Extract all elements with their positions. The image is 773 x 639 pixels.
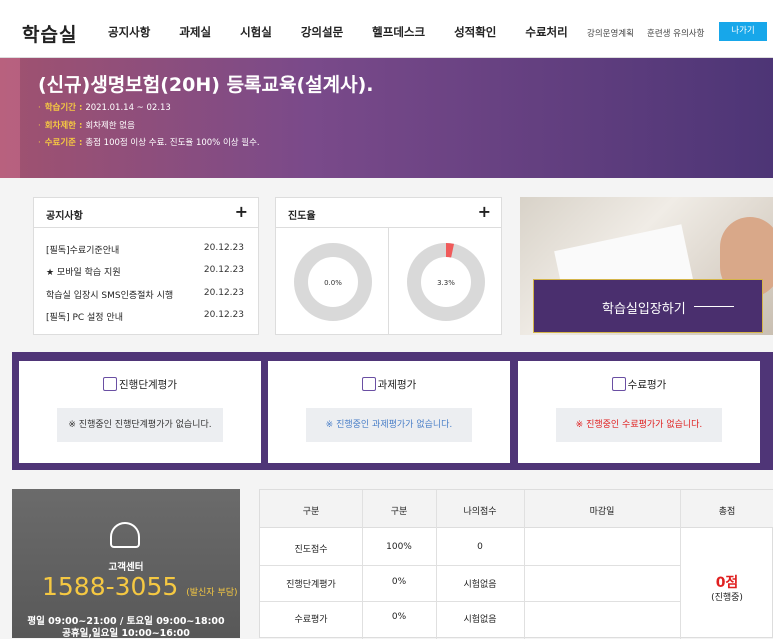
table-cell: 진행단계평가	[286, 580, 336, 590]
column-header: 총점	[718, 507, 736, 517]
info-limit: · 회차제한 : 회차제한 없음	[38, 121, 135, 131]
progress-label-1: 0.0%	[324, 279, 342, 287]
notice-more-icon[interactable]: +	[235, 202, 248, 221]
info-period-value: 2021.01.14 ~ 02.13	[85, 103, 171, 113]
table-cell: 0%	[391, 612, 407, 622]
phone-note: (발신자 부담)	[186, 588, 238, 598]
progress-panel: 진도율 + 0.0% 3.3%	[275, 197, 502, 335]
notice-panel: 공지사항 + [필독]수료기준안내 20.12.23 ★ 모바일 학습 지원 2…	[33, 197, 259, 335]
checklist-icon	[103, 377, 118, 391]
progress-panel-header: 진도율 +	[276, 198, 501, 228]
main-nav: 공지사항 과제실 시험실 강의설문 헬프데스크 성적확인 수료처리	[108, 24, 597, 40]
link-course-plan[interactable]: 강의운영계획	[587, 27, 634, 39]
notice-date: 20.12.23	[203, 243, 244, 253]
notice-date: 20.12.23	[203, 310, 244, 320]
eval-card-message: ※ 진행중인 과제평가가 없습니다.	[306, 408, 472, 442]
table-cell: 0	[477, 542, 483, 552]
divider	[260, 601, 680, 602]
hours-holiday: 공휴일,일요일 10:00~16:00	[62, 628, 190, 639]
logo[interactable]: 학습실	[22, 20, 77, 47]
customer-center: 고객센터 1588-3055 (발신자 부담) 평일 09:00~21:00 /…	[12, 489, 240, 639]
nav-item-notice[interactable]: 공지사항	[108, 24, 150, 40]
phone-digits: 1588-3055	[42, 572, 179, 601]
info-limit-key: 회차제한	[44, 121, 76, 131]
info-limit-value: 회차제한 없음	[85, 121, 135, 131]
nav-item-survey[interactable]: 강의설문	[301, 24, 343, 40]
total-score-status: (진행중)	[711, 593, 743, 603]
progress-label-2: 3.3%	[437, 279, 455, 287]
customer-center-label: 고객센터	[108, 562, 144, 573]
eval-card-completion[interactable]: 수료평가 ※ 진행중인 수료평가가 없습니다.	[518, 361, 760, 463]
arrow-right-icon	[694, 306, 734, 307]
link-trainee-notes[interactable]: 훈련생 유의사항	[647, 27, 704, 39]
column-header: 나의점수	[463, 507, 497, 517]
progress-more-icon[interactable]: +	[478, 202, 491, 221]
course-title: (신규)생명보험(20H) 등록교육(설계사).	[38, 74, 374, 96]
notice-panel-title: 공지사항	[46, 211, 83, 222]
notice-item[interactable]: [필독]수료기준안내	[46, 243, 119, 256]
table-cell: 수료평가	[294, 615, 328, 625]
table-cell: 100%	[386, 542, 412, 552]
enter-classroom-label: 학습실입장하기	[602, 302, 686, 317]
divider	[260, 565, 680, 566]
notice-date: 20.12.23	[203, 288, 244, 298]
column-header: 구분	[390, 507, 408, 517]
score-table: 구분 구분 나의점수 마감일 총점 진도점수 100% 0 진행단계평가 0% …	[259, 489, 773, 639]
notice-date: 20.12.23	[203, 265, 244, 275]
eval-card-stage[interactable]: 진행단계평가 ※ 진행중인 진행단계평가가 없습니다.	[19, 361, 261, 463]
eval-card-message: ※ 진행중인 수료평가가 없습니다.	[556, 408, 722, 442]
info-period-key: 학습기간	[44, 103, 76, 113]
nav-item-completion[interactable]: 수료처리	[525, 24, 567, 40]
list-icon	[611, 377, 626, 391]
table-cell: 시험없음	[463, 580, 497, 590]
info-criteria-value: 총점 100점 이상 수료. 진도율 100% 이상 필수.	[85, 138, 260, 148]
enter-classroom-button[interactable]: 학습실입장하기	[533, 279, 763, 333]
eval-card-title: 수료평가	[627, 379, 667, 391]
banner-decoration	[0, 58, 20, 178]
nav-item-assignment[interactable]: 과제실	[179, 24, 211, 40]
column-header: 마감일	[589, 507, 615, 517]
course-banner: (신규)생명보험(20H) 등록교육(설계사). · 학습기간 : 2021.01…	[0, 58, 773, 178]
phone-number: 1588-3055 (발신자 부담)	[42, 572, 238, 601]
table-cell: 시험없음	[463, 615, 497, 625]
nav-item-grades[interactable]: 성적확인	[454, 24, 496, 40]
eval-card-assignment[interactable]: 과제평가 ※ 진행중인 과제평가가 없습니다.	[268, 361, 510, 463]
notice-item[interactable]: ★ 모바일 학습 지원	[46, 265, 121, 278]
info-period: · 학습기간 : 2021.01.14 ~ 02.13	[38, 103, 171, 113]
total-score-value: 0점	[715, 575, 739, 591]
top-navigation-bar: 학습실 공지사항 과제실 시험실 강의설문 헬프데스크 성적확인 수료처리 강의…	[0, 0, 773, 58]
column-header: 구분	[302, 507, 320, 517]
progress-donuts: 0.0% 3.3%	[294, 243, 485, 321]
eval-card-title: 진행단계평가	[119, 379, 177, 391]
eval-card-title: 과제평가	[377, 379, 417, 391]
eval-card-message: ※ 진행중인 진행단계평가가 없습니다.	[57, 408, 223, 442]
exit-button[interactable]: 나가기	[719, 22, 767, 41]
pencil-icon	[361, 377, 376, 391]
notice-panel-header: 공지사항 +	[34, 198, 258, 228]
headset-icon	[110, 522, 140, 548]
table-cell: 0%	[391, 577, 407, 587]
info-criteria-key: 수료기준	[44, 138, 76, 148]
nav-item-helpdesk[interactable]: 헬프데스크	[372, 24, 425, 40]
info-criteria: · 수료기준 : 총점 100점 이상 수료. 진도율 100% 이상 필수.	[38, 138, 260, 148]
total-score: 0점 (진행중)	[680, 528, 773, 639]
notice-item[interactable]: 학습실 입장시 SMS인증절차 시행	[46, 288, 173, 301]
notice-item[interactable]: [필독] PC 설정 안내	[46, 310, 123, 323]
nav-item-exam[interactable]: 시험실	[240, 24, 272, 40]
table-cell: 진도점수	[294, 545, 328, 555]
progress-panel-title: 진도율	[288, 211, 316, 222]
